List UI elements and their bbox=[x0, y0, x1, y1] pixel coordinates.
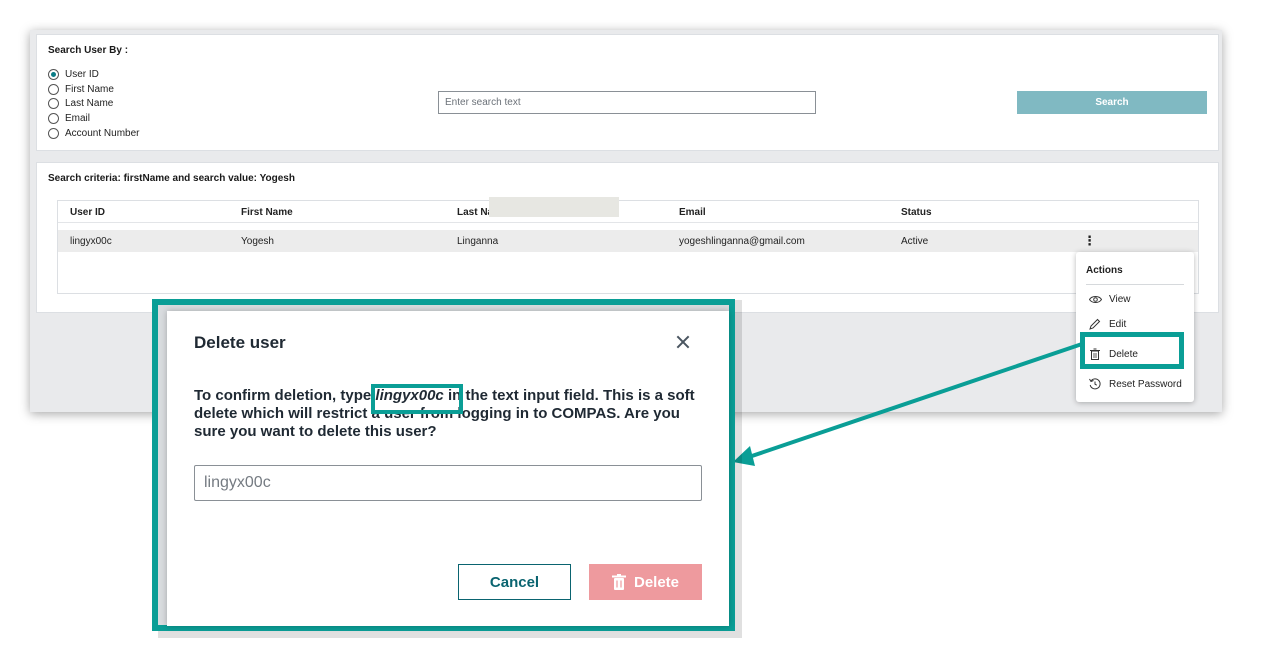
radio-user-id[interactable]: User ID bbox=[48, 67, 139, 82]
pencil-icon bbox=[1088, 318, 1102, 330]
column-header: Email bbox=[679, 207, 706, 218]
search-by-options: User ID First Name Last Name Email Accou… bbox=[48, 67, 139, 141]
radio-button[interactable] bbox=[48, 113, 59, 125]
search-title: Search User By : bbox=[48, 45, 129, 56]
radio-button[interactable] bbox=[48, 128, 59, 140]
radio-button[interactable] bbox=[48, 98, 59, 110]
column-header: User ID bbox=[70, 207, 106, 218]
divider bbox=[1086, 284, 1184, 285]
search-panel: Search User By : User ID First Name Last… bbox=[36, 34, 1219, 151]
delete-highlight-box bbox=[1080, 332, 1184, 369]
column-header: First Name bbox=[241, 207, 293, 218]
delete-user-dialog: Delete user To confirm deletion, type li… bbox=[167, 311, 729, 626]
menu-item-label: Reset Password bbox=[1109, 378, 1182, 390]
radio-label: Email bbox=[65, 113, 91, 125]
radio-button[interactable] bbox=[48, 83, 59, 95]
radio-first-name[interactable]: First Name bbox=[48, 82, 139, 97]
radio-account-number[interactable]: Account Number bbox=[48, 126, 139, 141]
search-input[interactable] bbox=[438, 91, 816, 114]
user-id-highlight-box bbox=[371, 384, 463, 414]
close-icon[interactable] bbox=[674, 333, 692, 351]
radio-last-name[interactable]: Last Name bbox=[48, 97, 139, 112]
radio-label: Account Number bbox=[65, 128, 140, 140]
dialog-title: Delete user bbox=[194, 333, 286, 352]
menu-item-label: Edit bbox=[1109, 318, 1127, 330]
column-header: Status bbox=[901, 207, 932, 218]
menu-item-view[interactable]: View bbox=[1088, 294, 1131, 305]
results-panel: Search criteria: firstName and search va… bbox=[36, 162, 1219, 313]
eye-icon bbox=[1088, 295, 1102, 304]
search-button[interactable]: Search bbox=[1017, 91, 1207, 114]
trash-icon bbox=[611, 574, 626, 590]
actions-menu-title: Actions bbox=[1086, 265, 1123, 276]
cancel-button[interactable]: Cancel bbox=[458, 564, 571, 600]
table-header: User ID First Name Last Na Email Status bbox=[58, 201, 1198, 223]
row-actions-menu-icon[interactable]: ⋮ bbox=[1083, 233, 1096, 249]
radio-email[interactable]: Email bbox=[48, 111, 139, 126]
column-header: Last Na bbox=[457, 207, 494, 218]
search-criteria: Search criteria: firstName and search va… bbox=[48, 173, 295, 184]
cell-first-name: Yogesh bbox=[241, 236, 274, 247]
delete-button[interactable]: Delete bbox=[589, 564, 702, 600]
radio-label: First Name bbox=[65, 83, 114, 95]
redaction-block bbox=[489, 197, 619, 217]
cell-email: yogeshlinganna@gmail.com bbox=[679, 236, 805, 247]
menu-item-reset-password[interactable]: Reset Password bbox=[1088, 378, 1182, 390]
users-table: User ID First Name Last Na Email Status … bbox=[57, 200, 1199, 294]
table-row[interactable]: lingyx00c Yogesh Linganna yogeshlinganna… bbox=[58, 230, 1198, 252]
message-text: To confirm deletion, type bbox=[194, 387, 376, 404]
radio-label: User ID bbox=[65, 68, 99, 80]
cell-user-id: lingyx00c bbox=[70, 236, 112, 247]
menu-item-label: View bbox=[1109, 294, 1131, 305]
reset-icon bbox=[1088, 378, 1102, 390]
menu-item-edit[interactable]: Edit bbox=[1088, 318, 1126, 330]
confirm-user-id-input[interactable] bbox=[194, 465, 702, 501]
cell-status: Active bbox=[901, 236, 929, 247]
cell-last-name: Linganna bbox=[457, 236, 499, 247]
actions-menu: Actions View Edit Delete Reset Password bbox=[1076, 252, 1194, 402]
radio-button[interactable] bbox=[48, 68, 59, 80]
radio-label: Last Name bbox=[65, 98, 114, 110]
delete-button-label: Delete bbox=[633, 573, 680, 591]
